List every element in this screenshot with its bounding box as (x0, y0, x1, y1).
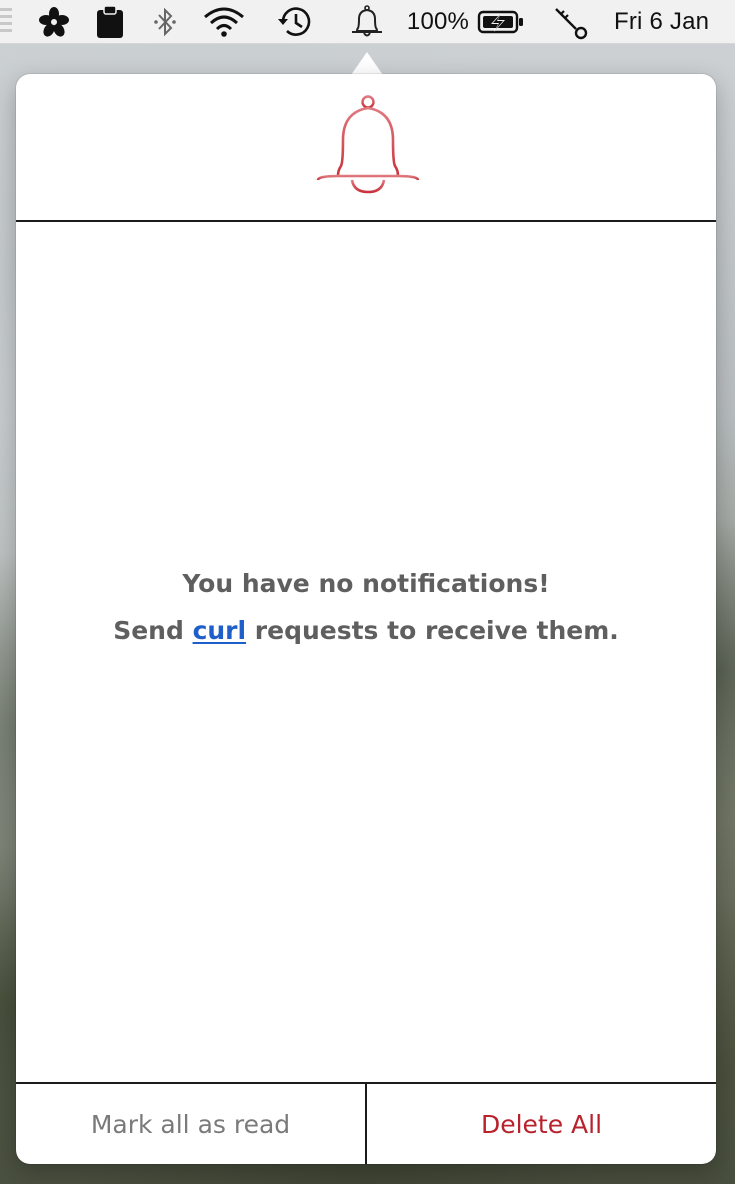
empty-state-prefix: Send (113, 616, 193, 645)
empty-state-title: You have no notifications! (182, 569, 550, 598)
menubar-clock[interactable]: Fri 6 Jan (614, 0, 732, 44)
mark-all-read-button[interactable]: Mark all as read (16, 1084, 367, 1164)
empty-state-suffix: requests to receive them. (246, 616, 619, 645)
bell-icon (316, 92, 420, 196)
menu-extra-edge (0, 8, 12, 36)
notifications-popover: You have no notifications! Send curl req… (16, 74, 716, 1164)
flower-icon[interactable] (36, 0, 72, 44)
menu-bar: 100% Fri 6 Jan (0, 0, 735, 44)
empty-state-message: You have no notifications! Send curl req… (16, 560, 716, 654)
clipboard-icon[interactable] (92, 0, 128, 44)
delete-all-button[interactable]: Delete All (367, 1084, 716, 1164)
battery-percentage: 100% (406, 8, 470, 35)
popover-arrow (351, 52, 383, 75)
curl-link[interactable]: curl (193, 616, 247, 645)
popover-footer: Mark all as read Delete All (16, 1082, 716, 1164)
bluetooth-icon[interactable] (148, 0, 182, 44)
empty-state-subtitle: Send curl requests to receive them. (16, 607, 716, 654)
wifi-icon[interactable] (200, 0, 248, 44)
popover-header (16, 74, 716, 222)
bell-icon[interactable] (346, 0, 388, 44)
key-icon[interactable] (550, 0, 592, 44)
time-machine-icon[interactable] (274, 0, 316, 44)
battery-charging-icon[interactable] (476, 0, 526, 44)
